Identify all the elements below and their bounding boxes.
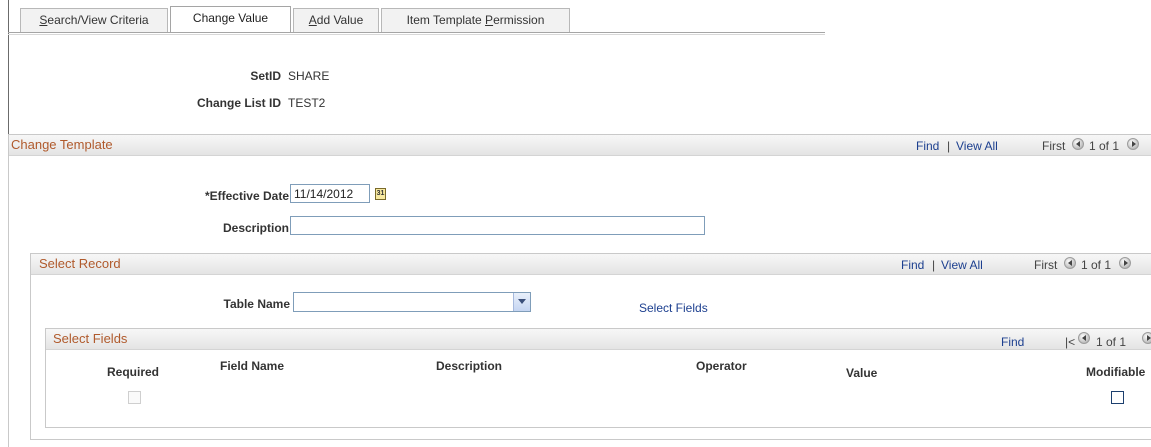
modifiable-checkbox[interactable]: [1111, 391, 1124, 404]
arrow-right-icon[interactable]: [1119, 257, 1131, 269]
arrow-left-icon[interactable]: [1072, 138, 1084, 150]
change-template-find-link[interactable]: Find: [916, 139, 939, 153]
description-label: Description: [222, 221, 289, 235]
tab-label-accesskey: A: [308, 13, 317, 27]
column-header-field-name: Field Name: [220, 359, 285, 373]
arrow-right-icon[interactable]: [1127, 138, 1139, 150]
change-template-view-all-link[interactable]: View All: [956, 139, 998, 153]
tab-change-value[interactable]: Change Value: [170, 6, 291, 33]
tab-label: Change Value: [192, 11, 269, 25]
tab-label: ermission: [493, 13, 545, 27]
select-record-first-label: First: [1034, 258, 1058, 272]
tab-label: Item Template: [406, 13, 486, 27]
arrow-left-icon[interactable]: [1064, 257, 1076, 269]
select-fields-count: 1 of 1: [1096, 335, 1127, 349]
table-name-select[interactable]: [293, 292, 531, 312]
tab-add-value[interactable]: Add Value: [293, 8, 379, 32]
select-fields-first-label[interactable]: |<: [1065, 335, 1075, 349]
change-list-id-value: TEST2: [288, 96, 326, 110]
select-fields-header: Select Fields Find |< 1 of 1: [46, 329, 1151, 350]
change-template-title: Change Template: [11, 137, 113, 152]
select-fields-find-link[interactable]: Find: [1001, 335, 1024, 349]
description-input[interactable]: [290, 216, 705, 235]
tab-label: earch/View Criteria: [47, 13, 149, 27]
tab-label-accesskey: P: [485, 13, 494, 27]
setid-value: SHARE: [288, 69, 330, 83]
chevron-down-icon[interactable]: [513, 293, 530, 311]
select-record-count: 1 of 1: [1081, 258, 1112, 272]
select-fields-link[interactable]: Select Fields: [639, 301, 708, 315]
column-header-value: Value: [846, 366, 878, 380]
tab-search-view-criteria[interactable]: Search/View Criteria: [20, 8, 168, 32]
select-record-view-all-link[interactable]: View All: [941, 258, 983, 272]
nav-separator: |: [947, 139, 951, 153]
tab-underline: [8, 32, 825, 33]
select-record-find-link[interactable]: Find: [901, 258, 924, 272]
change-template-header: Change Template Find | View All First 1 …: [9, 135, 1151, 156]
effective-date-label: *Effective Date: [204, 189, 289, 203]
tab-label: dd Value: [316, 13, 364, 27]
change-list-id-label: Change List ID: [196, 96, 281, 110]
select-record-title: Select Record: [39, 256, 121, 271]
table-name-label: Table Name: [223, 297, 290, 311]
effective-date-input[interactable]: [290, 184, 370, 203]
tab-bar: Search/View Criteria Change Value Add Va…: [10, 0, 1151, 34]
column-header-description: Description: [436, 359, 503, 373]
nav-separator: |: [932, 258, 936, 272]
column-header-required: Required: [107, 365, 160, 379]
arrow-left-icon[interactable]: [1078, 332, 1090, 344]
setid-label: SetID: [250, 69, 281, 83]
column-header-modifiable: Modifiable: [1086, 365, 1146, 379]
tab-underline-shadow: [8, 34, 825, 35]
required-checkbox: [128, 391, 141, 404]
column-header-operator: Operator: [696, 359, 747, 373]
change-template-count: 1 of 1: [1089, 139, 1120, 153]
select-fields-group: Select Fields Find |< 1 of 1: [45, 328, 1151, 428]
select-fields-title: Select Fields: [53, 331, 128, 346]
arrow-right-icon[interactable]: [1142, 332, 1151, 344]
calendar-icon[interactable]: 31: [375, 188, 386, 200]
change-template-first-label: First: [1042, 139, 1066, 153]
tab-item-template-permission[interactable]: Item Template Permission: [381, 8, 570, 32]
select-record-header: Select Record Find | View All First 1 of…: [31, 254, 1151, 275]
